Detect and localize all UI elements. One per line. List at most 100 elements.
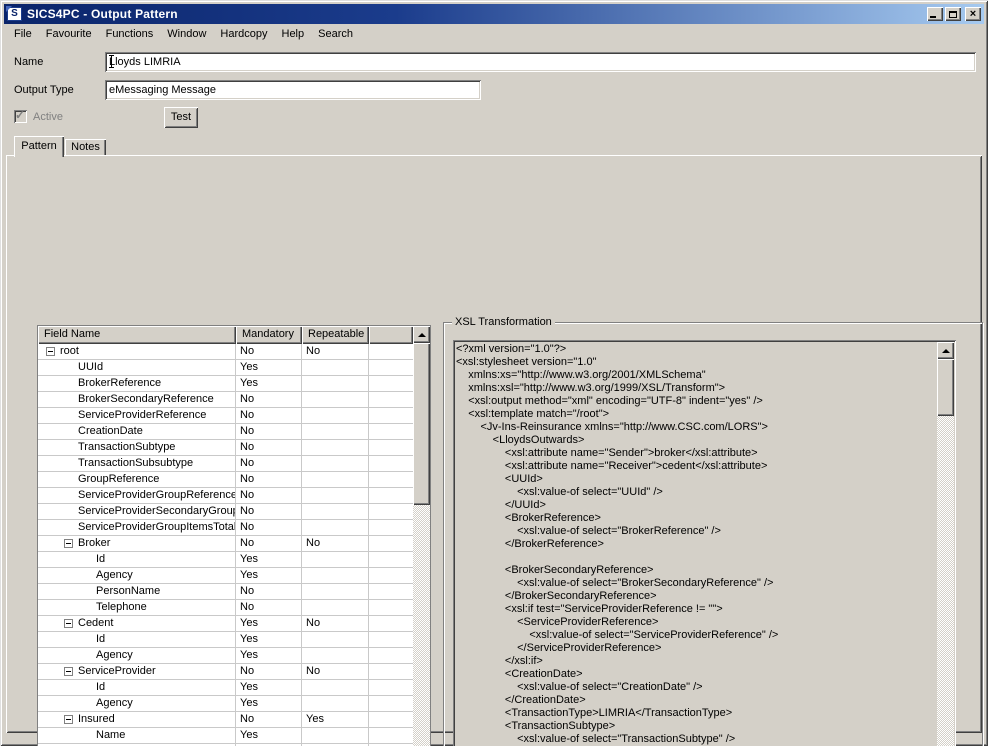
blank-cell	[369, 728, 413, 744]
output-type-input[interactable]: eMessaging Message	[105, 80, 481, 100]
blank-cell	[369, 696, 413, 712]
xsl-code-line: <BrokerSecondaryReference>	[456, 564, 935, 577]
field-name: TransactionSubsubtype	[78, 456, 193, 471]
field-name-cell: BrokerReference	[38, 376, 236, 392]
blank-cell	[369, 584, 413, 600]
table-row[interactable]: ServiceProviderReferenceNo	[38, 408, 413, 424]
column-header-repeatable[interactable]: Repeatable	[302, 326, 369, 344]
checkmark-icon: ✓	[15, 108, 25, 122]
collapse-icon[interactable]	[46, 347, 55, 356]
mandatory-cell: No	[236, 664, 302, 680]
menu-window[interactable]: Window	[167, 28, 206, 40]
table-row[interactable]: UUIdYes	[38, 360, 413, 376]
table-row[interactable]: IdYes	[38, 552, 413, 568]
close-icon: ×	[970, 9, 976, 19]
menu-file[interactable]: File	[14, 28, 32, 40]
test-button[interactable]: Test	[164, 107, 198, 128]
table-row[interactable]: ServiceProviderGroupReferenceNo	[38, 488, 413, 504]
table-row[interactable]: GroupReferenceNo	[38, 472, 413, 488]
maximize-button[interactable]	[945, 7, 961, 21]
field-name-cell: PersonName	[38, 584, 236, 600]
xsl-code-line: <ServiceProviderReference>	[456, 616, 935, 629]
scroll-up-button[interactable]	[937, 342, 954, 359]
tab-pattern[interactable]: Pattern	[14, 136, 64, 157]
xsl-text-area[interactable]: <?xml version="1.0"?><xsl:stylesheet ver…	[453, 340, 956, 746]
table-row[interactable]: rootNoNo	[38, 344, 413, 360]
menu-hardcopy[interactable]: Hardcopy	[220, 28, 267, 40]
blank-cell	[369, 472, 413, 488]
repeatable-cell	[302, 552, 369, 568]
blank-cell	[369, 408, 413, 424]
table-row[interactable]: BrokerSecondaryReferenceNo	[38, 392, 413, 408]
name-input[interactable]: Lloyds LIMRIA	[105, 52, 976, 72]
table-row[interactable]: BrokerNoNo	[38, 536, 413, 552]
table-row[interactable]: AgencyYes	[38, 696, 413, 712]
xsl-code-line: <xsl:value-of select="ServiceProviderRef…	[456, 629, 935, 642]
xsl-code-line: xmlns:xsl="http://www.w3.org/1999/XSL/Tr…	[456, 382, 935, 395]
collapse-icon[interactable]	[64, 619, 73, 628]
column-header-blank[interactable]	[369, 326, 413, 344]
collapse-icon[interactable]	[64, 539, 73, 548]
field-name: Agency	[96, 568, 133, 583]
field-name: Cedent	[78, 616, 113, 631]
blank-cell	[369, 360, 413, 376]
table-row[interactable]: IdYes	[38, 680, 413, 696]
repeatable-cell	[302, 632, 369, 648]
table-row[interactable]: NameYes	[38, 728, 413, 744]
table-row[interactable]: CedentYesNo	[38, 616, 413, 632]
scroll-thumb[interactable]	[413, 343, 430, 505]
repeatable-cell	[302, 440, 369, 456]
xsl-code-line: <Jv-Ins-Reinsurance xmlns="http://www.CS…	[456, 421, 935, 434]
text-cursor-ibeam	[109, 55, 114, 68]
xsl-code-line: <TransactionSubtype>	[456, 720, 935, 733]
field-name: Agency	[96, 648, 133, 663]
repeatable-cell	[302, 504, 369, 520]
table-row[interactable]: CreationDateNo	[38, 424, 413, 440]
table-row[interactable]: ServiceProviderNoNo	[38, 664, 413, 680]
minimize-button[interactable]	[927, 7, 943, 21]
scroll-up-button[interactable]	[413, 326, 430, 343]
table-row[interactable]: ServiceProviderGroupItemsTotalNo	[38, 520, 413, 536]
column-header-mandatory[interactable]: Mandatory	[236, 326, 302, 344]
table-row[interactable]: AgencyYes	[38, 648, 413, 664]
scroll-thumb[interactable]	[937, 359, 954, 416]
table-row[interactable]: IdYes	[38, 632, 413, 648]
blank-cell	[369, 504, 413, 520]
table-row[interactable]: BrokerReferenceYes	[38, 376, 413, 392]
mandatory-cell: No	[236, 488, 302, 504]
field-name: Broker	[78, 536, 110, 551]
field-name: Telephone	[96, 600, 147, 615]
scroll-track[interactable]	[937, 359, 954, 746]
tab-notes[interactable]: Notes	[65, 139, 106, 156]
field-name: ServiceProviderReference	[78, 408, 206, 423]
menu-functions[interactable]: Functions	[106, 28, 154, 40]
close-button[interactable]: ×	[965, 7, 981, 21]
xsl-code-line: xmlns:xs="http://www.w3.org/2001/XMLSche…	[456, 369, 935, 382]
table-row[interactable]: TransactionSubsubtypeNo	[38, 456, 413, 472]
mandatory-cell: No	[236, 536, 302, 552]
field-table-header: Field NameMandatoryRepeatable	[38, 326, 413, 344]
menu-help[interactable]: Help	[282, 28, 305, 40]
table-row[interactable]: TelephoneNo	[38, 600, 413, 616]
table-row[interactable]: AgencyYes	[38, 568, 413, 584]
xsl-code-line: </CreationDate>	[456, 694, 935, 707]
table-row[interactable]: ServiceProviderSecondaryGroupINo	[38, 504, 413, 520]
xsl-code-line: <xsl:attribute name="Receiver">cedent</x…	[456, 460, 935, 473]
field-name-cell: TransactionSubsubtype	[38, 456, 236, 472]
table-row[interactable]: PersonNameNo	[38, 584, 413, 600]
xsl-transformation-groupbox: XSL Transformation <?xml version="1.0"?>…	[443, 322, 983, 746]
menu-favourite[interactable]: Favourite	[46, 28, 92, 40]
column-header-field-name[interactable]: Field Name	[38, 326, 236, 344]
field-name-cell: root	[38, 344, 236, 360]
collapse-icon[interactable]	[64, 715, 73, 724]
table-row[interactable]: TransactionSubtypeNo	[38, 440, 413, 456]
repeatable-cell	[302, 376, 369, 392]
blank-cell	[369, 376, 413, 392]
field-name: ServiceProvider	[78, 664, 156, 679]
table-row[interactable]: InsuredNoYes	[38, 712, 413, 728]
field-name: Id	[96, 632, 105, 647]
xsl-code-line: <xsl:if test="ServiceProviderReference !…	[456, 603, 935, 616]
mandatory-cell: No	[236, 392, 302, 408]
collapse-icon[interactable]	[64, 667, 73, 676]
menu-search[interactable]: Search	[318, 28, 353, 40]
